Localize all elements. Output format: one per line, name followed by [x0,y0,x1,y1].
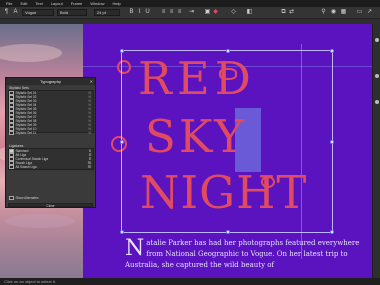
glyph-preview: ﬄ [87,164,91,169]
panel-icon[interactable] [375,100,379,104]
transparency-icon[interactable]: ◧ [246,9,253,16]
menu-bar: File Edit Text Layout Frame Window Help [0,0,380,7]
flip-icon[interactable]: ⇄ [288,9,295,16]
body-text: atalie Parker has had her photographs fe… [125,239,360,269]
menu-help[interactable]: Help [113,0,121,7]
resize-handle[interactable] [330,230,334,234]
drop-cap: N [125,236,145,261]
option-label: Stylistic Set 11 [15,130,37,135]
snapping-icon[interactable]: ⚲ [320,9,327,16]
preview-icon[interactable]: ◉ [330,9,337,16]
resize-handle[interactable] [120,49,124,53]
align-right-icon[interactable]: ≡ [176,9,183,16]
resize-handle[interactable] [330,49,334,53]
arrange-icon[interactable]: ⧉ [280,9,287,16]
resize-handle[interactable] [226,49,230,53]
context-toolbar: ¶ A Vogue Bold 24 pt B I U ≡ ≡ ≡ ⇥ ▣ ◆ ◇… [0,7,380,19]
align-left-icon[interactable]: ≡ [160,9,167,16]
panel-icon[interactable] [375,74,379,78]
resize-handle[interactable] [120,140,124,144]
font-style-select[interactable]: Bold [57,9,87,16]
indent-icon[interactable]: ⇥ [188,9,195,16]
bold-icon[interactable]: B [128,9,135,16]
resize-handle[interactable] [226,230,230,234]
cloud [5,214,75,228]
close-button[interactable]: Close [8,203,93,208]
show-alternates-row[interactable]: Show Alternates [9,195,91,201]
font-family-select[interactable]: Vogue [22,9,54,16]
view-icon[interactable]: ▭ [356,9,363,16]
menu-frame[interactable]: Frame [71,0,83,7]
typography-dialog: Typography ✕ Stylistic Sets Stylistic Se… [5,77,96,208]
fill-color-icon[interactable]: ▣ [204,9,211,16]
stroke-icon[interactable]: ◇ [230,9,237,16]
checkbox[interactable] [9,164,14,170]
menu-file[interactable]: File [6,0,12,7]
checkbox[interactable] [9,130,14,136]
italic-icon[interactable]: I [136,9,143,16]
option-label: Alt Swash Liga [15,164,37,169]
resize-handle[interactable] [330,140,334,144]
cloud [0,44,62,62]
align-center-icon[interactable]: ≡ [168,9,175,16]
menu-text[interactable]: Text [35,0,42,7]
panel-icon[interactable] [375,38,379,42]
share-icon[interactable]: ↗ [366,9,373,16]
checkbox[interactable] [9,195,14,201]
right-panel-strip [372,24,380,278]
option-row[interactable]: Alt Swash Liga ﬄ [9,164,91,170]
text-frame-selection[interactable] [120,49,334,234]
menu-window[interactable]: Window [90,0,104,7]
resize-handle[interactable] [120,230,124,234]
font-size-select[interactable]: 24 pt [94,9,120,16]
menu-layout[interactable]: Layout [51,0,63,7]
option-label: Show Alternates [15,195,39,200]
document-page[interactable]: RED SKY NIGHT N atalie Parker has had he… [83,24,372,278]
body-paragraph[interactable]: N atalie Parker has had her photographs … [125,238,365,271]
menu-edit[interactable]: Edit [20,0,27,7]
glyph-preview: ℛ [88,130,91,135]
char-icon[interactable]: A [12,9,19,16]
text-color-icon[interactable]: ◆ [212,9,219,16]
underline-icon[interactable]: U [144,9,151,16]
close-icon[interactable]: ✕ [90,78,93,85]
status-bar: Click on an object to select it. [0,278,380,285]
paragraph-icon[interactable]: ¶ [3,9,10,16]
option-row[interactable]: Stylistic Set 11 ℛ [9,130,91,136]
dialog-title: Typography [6,78,95,85]
grid-icon[interactable]: ▦ [340,9,347,16]
